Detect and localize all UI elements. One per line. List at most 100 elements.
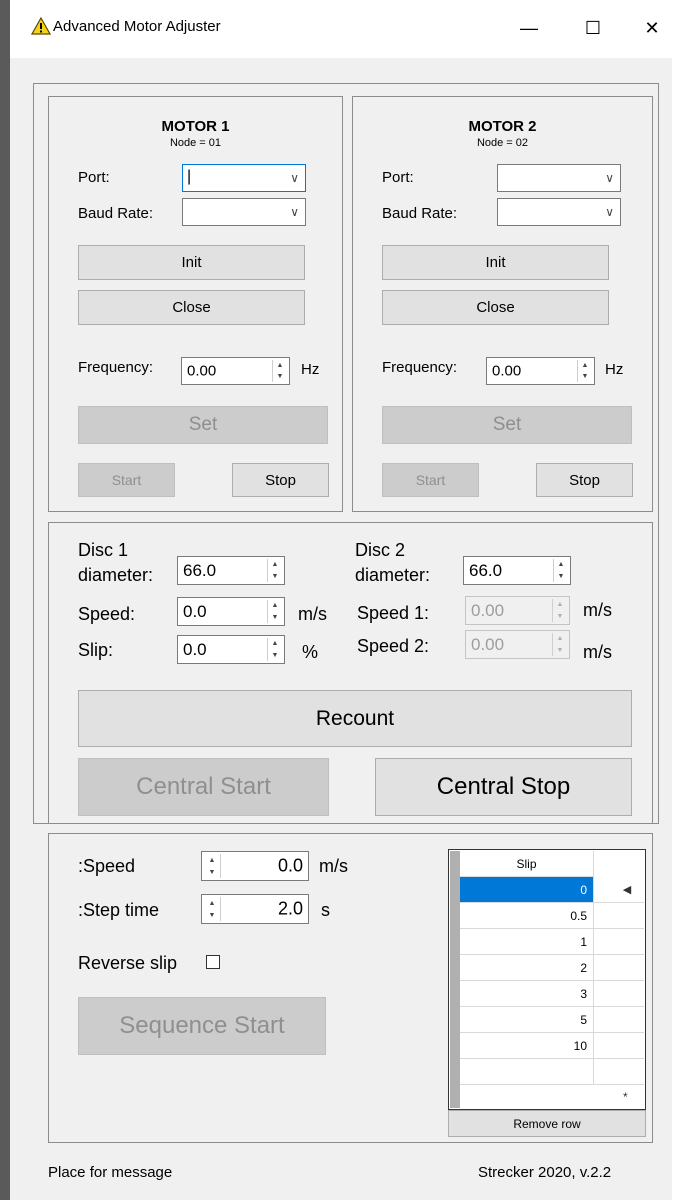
slip-spinner[interactable]: 0.0 ▲ ▼ bbox=[177, 635, 285, 664]
motor1-baud-select[interactable]: ∨ bbox=[182, 198, 306, 226]
remove-row-button[interactable]: Remove row bbox=[448, 1110, 646, 1137]
spinner-arrows-icon[interactable]: ▲ ▼ bbox=[553, 559, 568, 582]
motor2-baud-label: Baud Rate: bbox=[382, 205, 458, 222]
reverse-slip-label: Reverse slip bbox=[78, 953, 178, 973]
motor2-title: MOTOR 2 bbox=[468, 118, 537, 135]
seq-step-value: 2.0 bbox=[277, 898, 303, 919]
minimize-button[interactable]: — bbox=[509, 10, 549, 46]
slip-grid-cell[interactable]: 5 bbox=[460, 1007, 594, 1033]
chevron-down-icon: ∨ bbox=[290, 205, 299, 219]
speed1-value: 0.00 bbox=[471, 600, 505, 620]
motor2-start-button[interactable]: Start bbox=[382, 463, 479, 497]
motor1-frequency-unit: Hz bbox=[301, 361, 320, 378]
slip-grid-cell[interactable]: 3 bbox=[460, 981, 594, 1007]
disc1-label-line2: diameter: bbox=[78, 565, 154, 585]
speed-spinner[interactable]: 0.0 ▲ ▼ bbox=[177, 597, 285, 626]
status-version: Strecker 2020, v.2.2 bbox=[478, 1164, 612, 1181]
disc2-diameter-value: 66.0 bbox=[469, 560, 503, 580]
spinner-arrows-icon: ▲ ▼ bbox=[552, 633, 567, 656]
current-row-arrow-icon: ◀ bbox=[622, 884, 632, 896]
motor1-init-button[interactable]: Init bbox=[78, 245, 305, 280]
chevron-down-icon: ∨ bbox=[605, 205, 614, 219]
motor2-frequency-spinner[interactable]: 0.00 ▲ ▼ bbox=[486, 357, 595, 385]
slip-grid-row-tail bbox=[594, 903, 644, 929]
motor2-close-button[interactable]: Close bbox=[382, 290, 609, 325]
motor1-frequency-value: 0.00 bbox=[187, 362, 217, 380]
grid-row-header-strip bbox=[450, 851, 460, 1108]
motor2-baud-select[interactable]: ∨ bbox=[497, 198, 621, 226]
chevron-down-icon: ∨ bbox=[290, 171, 299, 185]
slip-grid-cell[interactable]: 2 bbox=[460, 955, 594, 981]
window-right-border bbox=[672, 0, 676, 1200]
maximize-button[interactable]: ☐ bbox=[573, 10, 613, 46]
slip-grid-row-tail bbox=[594, 1033, 644, 1059]
disc2-label-line1: Disc 2 bbox=[355, 540, 406, 560]
window-title: Advanced Motor Adjuster bbox=[53, 18, 221, 35]
slip-grid-cell[interactable]: 0.5 bbox=[460, 903, 594, 929]
motor2-node: Node = 02 bbox=[476, 137, 529, 149]
spinner-arrows-icon[interactable]: ▲ ▼ bbox=[204, 897, 221, 921]
motor1-frequency-label: Frequency: bbox=[78, 359, 154, 376]
spinner-arrows-icon[interactable]: ▲ ▼ bbox=[577, 360, 592, 382]
motor1-port-value: | bbox=[187, 168, 192, 185]
spinner-arrows-icon[interactable]: ▲ ▼ bbox=[267, 600, 282, 623]
motor1-start-button[interactable]: Start bbox=[78, 463, 175, 497]
seq-speed-label: :Speed bbox=[78, 856, 136, 876]
disc1-diameter-value: 66.0 bbox=[183, 560, 217, 580]
disc2-label-line2: diameter: bbox=[355, 565, 431, 585]
motor1-node: Node = 01 bbox=[169, 137, 222, 149]
motor2-frequency-unit: Hz bbox=[605, 361, 624, 378]
close-window-button[interactable]: ✕ bbox=[632, 10, 672, 46]
motor2-frequency-value: 0.00 bbox=[492, 362, 522, 380]
reverse-slip-checkbox[interactable] bbox=[206, 955, 220, 969]
speed-value: 0.0 bbox=[183, 601, 207, 621]
speed2-label: Speed 2: bbox=[357, 636, 430, 656]
motor1-port-select[interactable]: | ∨ bbox=[182, 164, 306, 192]
slip-grid-cell[interactable] bbox=[460, 1059, 594, 1085]
motor1-frequency-spinner[interactable]: 0.00 ▲ ▼ bbox=[181, 357, 290, 385]
seq-speed-unit: m/s bbox=[319, 856, 348, 876]
disc1-diameter-spinner[interactable]: 66.0 ▲ ▼ bbox=[177, 556, 285, 585]
spinner-arrows-icon[interactable]: ▲ ▼ bbox=[267, 559, 282, 582]
speed1-unit: m/s bbox=[583, 600, 612, 620]
speed2-spinner[interactable]: 0.00 ▲ ▼ bbox=[465, 630, 570, 659]
disc2-diameter-spinner[interactable]: 66.0 ▲ ▼ bbox=[463, 556, 571, 585]
motor2-init-button[interactable]: Init bbox=[382, 245, 609, 280]
slip-label: Slip: bbox=[78, 640, 114, 660]
window-left-border bbox=[0, 0, 10, 1200]
seq-step-spinner[interactable]: ▲ ▼ 2.0 bbox=[201, 894, 309, 924]
speed1-spinner[interactable]: 0.00 ▲ ▼ bbox=[465, 596, 570, 625]
disc1-label-line1: Disc 1 bbox=[78, 540, 129, 560]
recount-button[interactable]: Recount bbox=[78, 690, 632, 747]
central-stop-button[interactable]: Central Stop bbox=[375, 758, 632, 816]
slip-unit: % bbox=[302, 642, 319, 662]
motor1-title: MOTOR 1 bbox=[161, 118, 230, 135]
grid-header-slip[interactable]: Slip bbox=[460, 851, 594, 877]
motor1-set-button[interactable]: Set bbox=[78, 406, 328, 444]
warning-icon bbox=[31, 17, 51, 35]
seq-speed-spinner[interactable]: ▲ ▼ 0.0 bbox=[201, 851, 309, 881]
slip-grid-row-tail bbox=[594, 955, 644, 981]
motor2-set-button[interactable]: Set bbox=[382, 406, 632, 444]
spinner-arrows-icon[interactable]: ▲ ▼ bbox=[267, 638, 282, 661]
motor2-stop-button[interactable]: Stop bbox=[536, 463, 633, 497]
slip-grid-row-tail bbox=[594, 1007, 644, 1033]
speed-label: Speed: bbox=[78, 604, 136, 624]
motor2-port-select[interactable]: ∨ bbox=[497, 164, 621, 192]
slip-grid-cell[interactable]: 0 bbox=[460, 877, 594, 903]
central-start-button[interactable]: Central Start bbox=[78, 758, 329, 816]
motor1-baud-label: Baud Rate: bbox=[78, 205, 154, 222]
slip-grid-row-tail bbox=[594, 981, 644, 1007]
spinner-arrows-icon[interactable]: ▲ ▼ bbox=[272, 360, 287, 382]
seq-speed-value: 0.0 bbox=[277, 855, 303, 876]
slip-grid-cell[interactable]: 10 bbox=[460, 1033, 594, 1059]
slip-grid-row-tail bbox=[594, 1059, 644, 1085]
slip-value: 0.0 bbox=[183, 639, 207, 659]
motor1-close-button[interactable]: Close bbox=[78, 290, 305, 325]
spinner-arrows-icon[interactable]: ▲ ▼ bbox=[204, 854, 221, 878]
sequence-start-button[interactable]: Sequence Start bbox=[78, 997, 326, 1055]
slip-grid-row-tail bbox=[594, 929, 644, 955]
motor1-stop-button[interactable]: Stop bbox=[232, 463, 329, 497]
slip-grid-cell[interactable]: 1 bbox=[460, 929, 594, 955]
speed1-label: Speed 1: bbox=[357, 603, 430, 623]
